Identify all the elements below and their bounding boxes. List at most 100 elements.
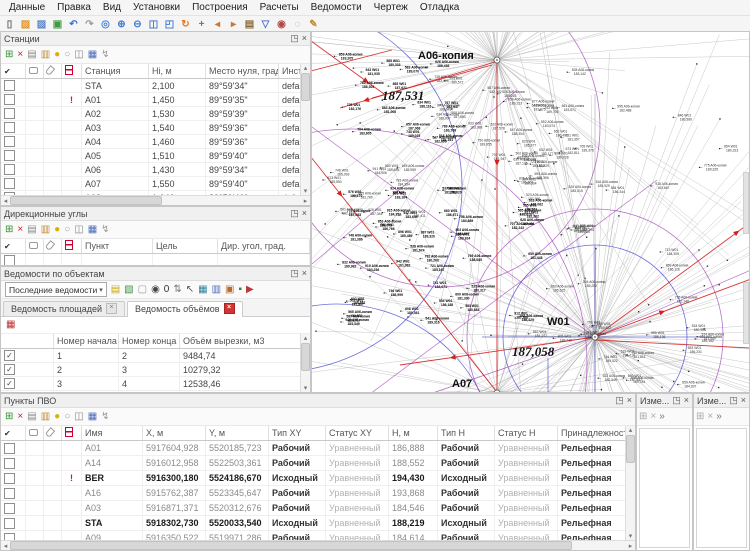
delete-row-icon[interactable]: × — [17, 50, 23, 60]
copy-icon[interactable]: ▤ — [27, 50, 36, 60]
column-zero[interactable]: Место нуля, град — [206, 64, 279, 79]
point-row[interactable]: !BER5916300,1805524186,670ИсходныйУравне… — [1, 471, 635, 486]
preview-icon[interactable]: ◫ — [74, 50, 83, 60]
station-row[interactable]: A081,04089°59'40"default15.09 — [1, 191, 310, 196]
tab-volume-report[interactable]: Ведомость объёмов × — [127, 301, 243, 317]
search-icon[interactable]: ◉ — [151, 285, 160, 295]
station-row[interactable]: STA2,10089°59'34"default15.09 — [1, 79, 310, 93]
station-row[interactable]: A031,54089°59'36"default15.09 — [1, 121, 310, 135]
float-panel-icon[interactable]: ◳ — [290, 269, 299, 278]
next-view-icon[interactable]: ▸ — [226, 18, 241, 31]
close-panel-icon[interactable]: × — [684, 396, 689, 405]
delete-row-icon[interactable]: × — [707, 412, 713, 422]
delete-row-icon[interactable]: × — [17, 225, 23, 235]
copy-icon[interactable]: ▤ — [27, 225, 36, 235]
bulb-on-icon[interactable]: ● — [54, 412, 60, 422]
column-belong[interactable]: Принадлежность — [558, 426, 627, 441]
close-tab-icon[interactable]: × — [224, 303, 235, 314]
options-icon[interactable]: ↯ — [101, 50, 109, 60]
collapsed-panel-tab[interactable] — [743, 172, 749, 234]
paste-icon[interactable]: ▥ — [41, 50, 50, 60]
point-row[interactable]: STA5918302,7305520033,540ИсходныйУравнен… — [1, 516, 635, 531]
menu-Чертеж[interactable]: Чертеж — [369, 2, 413, 13]
menu-Установки[interactable]: Установки — [128, 2, 185, 13]
column-status_h[interactable]: Статус H — [495, 426, 558, 441]
bulb-off-icon[interactable]: ○ — [64, 225, 70, 235]
column-0[interactable]: Номер начала — [54, 334, 119, 349]
open-file-icon[interactable]: ▨ — [18, 18, 33, 31]
menu-Ведомости[interactable]: Ведомости — [306, 2, 367, 13]
row-checkbox[interactable] — [4, 80, 15, 91]
close-panel-icon[interactable]: × — [302, 269, 307, 278]
column-target[interactable]: Цель — [153, 239, 218, 254]
delete-row-icon[interactable]: × — [17, 412, 23, 422]
point-row[interactable]: A035916871,3715520312,676РабочийУравненн… — [1, 501, 635, 516]
report-settings-icon[interactable]: ▦ — [6, 320, 15, 330]
import-icon[interactable]: ▨ — [34, 18, 49, 31]
menu-Вид[interactable]: Вид — [98, 2, 126, 13]
tab-area-report[interactable]: Ведомость площадей × — [3, 301, 125, 316]
row-checkbox[interactable] — [4, 458, 15, 469]
column-status_xy[interactable]: Статус XY — [326, 426, 389, 441]
reports-vscrollbar[interactable]: ▴▾ — [300, 334, 310, 392]
float-panel-icon[interactable]: ◳ — [290, 209, 299, 218]
point-row[interactable]: A015917604,9285520185,723РабочийУравненн… — [1, 441, 635, 456]
report-row[interactable]: ✓2310279,32 — [1, 363, 310, 377]
station-row[interactable]: A051,51089°59'40"default15.09 — [1, 149, 310, 163]
bulb-on-icon[interactable]: ● — [54, 50, 60, 60]
collapsed-panel-tab[interactable] — [743, 282, 749, 344]
column-type_h[interactable]: Тип H — [438, 426, 495, 441]
table-view-icon[interactable]: ▦ — [88, 412, 97, 422]
filter-icon[interactable]: ▽ — [258, 18, 273, 31]
column-2[interactable]: Объём вырезки, м3 — [180, 334, 310, 349]
view-icon[interactable]: ▥ — [212, 285, 221, 295]
export-table-icon[interactable]: ▦ — [198, 285, 207, 295]
float-panel-icon[interactable]: ◳ — [729, 396, 738, 405]
stations-vscrollbar[interactable]: ▴▾ — [300, 64, 310, 195]
float-panel-icon[interactable]: ◳ — [672, 396, 681, 405]
row-checkbox[interactable] — [4, 94, 15, 105]
point-row[interactable]: A095916350,5225519971,286РабочийУравненн… — [1, 531, 635, 541]
column-hi[interactable]: Hi, м — [149, 64, 206, 79]
column-h[interactable]: H, м — [389, 426, 438, 441]
close-tab-icon[interactable]: × — [106, 303, 117, 314]
paste-icon[interactable]: ▥ — [41, 225, 50, 235]
undo-icon[interactable]: ↶ — [66, 18, 81, 31]
zoom-in-icon[interactable]: ⊕ — [114, 18, 129, 31]
row-checkbox[interactable] — [4, 150, 15, 161]
row-checkbox[interactable] — [4, 178, 15, 189]
reports-dropdown[interactable]: Последние ведомости ▾ — [5, 282, 107, 297]
menu-Отладка[interactable]: Отладка — [415, 2, 465, 13]
redo-icon[interactable]: ↷ — [82, 18, 97, 31]
column-x[interactable]: X, м — [143, 426, 206, 441]
changes-list[interactable] — [696, 428, 747, 548]
table-view-icon[interactable]: ▦ — [88, 225, 97, 235]
save-icon[interactable]: ▣ — [50, 18, 65, 31]
close-panel-icon[interactable]: × — [302, 209, 307, 218]
preview-icon[interactable]: ◫ — [74, 225, 83, 235]
row-checkbox[interactable] — [4, 503, 15, 514]
row-checkbox[interactable] — [4, 108, 15, 119]
column-name[interactable]: Имя — [82, 426, 143, 441]
report-new-icon[interactable]: ▤ — [111, 285, 120, 295]
table-view-icon[interactable]: ▦ — [88, 50, 97, 60]
add-row-icon[interactable]: ⊞ — [696, 412, 704, 422]
menu-Расчеты[interactable]: Расчеты — [255, 2, 304, 13]
export-icon[interactable]: ▶ — [246, 285, 254, 295]
changes-list[interactable] — [639, 428, 690, 548]
float-panel-icon[interactable]: ◳ — [290, 34, 299, 43]
preview-icon[interactable]: ◫ — [74, 412, 83, 422]
close-panel-icon[interactable]: × — [627, 396, 632, 405]
brush-icon[interactable]: ✎ — [306, 18, 321, 31]
options-icon[interactable]: ↯ — [101, 412, 109, 422]
row-checkbox[interactable]: ✓ — [4, 350, 15, 361]
station-row[interactable]: A041,46089°59'36"default15.09 — [1, 135, 310, 149]
report-row[interactable]: ✓3412538,46 — [1, 377, 310, 391]
copy-icon[interactable]: ▤ — [27, 412, 36, 422]
row-checkbox[interactable] — [4, 164, 15, 175]
zoom-window-icon[interactable]: ◰ — [162, 18, 177, 31]
row-checkbox[interactable] — [4, 443, 15, 454]
row-checkbox[interactable] — [4, 533, 15, 540]
new-file-icon[interactable]: ▯ — [2, 18, 17, 31]
fit-icon[interactable]: + — [194, 18, 209, 31]
